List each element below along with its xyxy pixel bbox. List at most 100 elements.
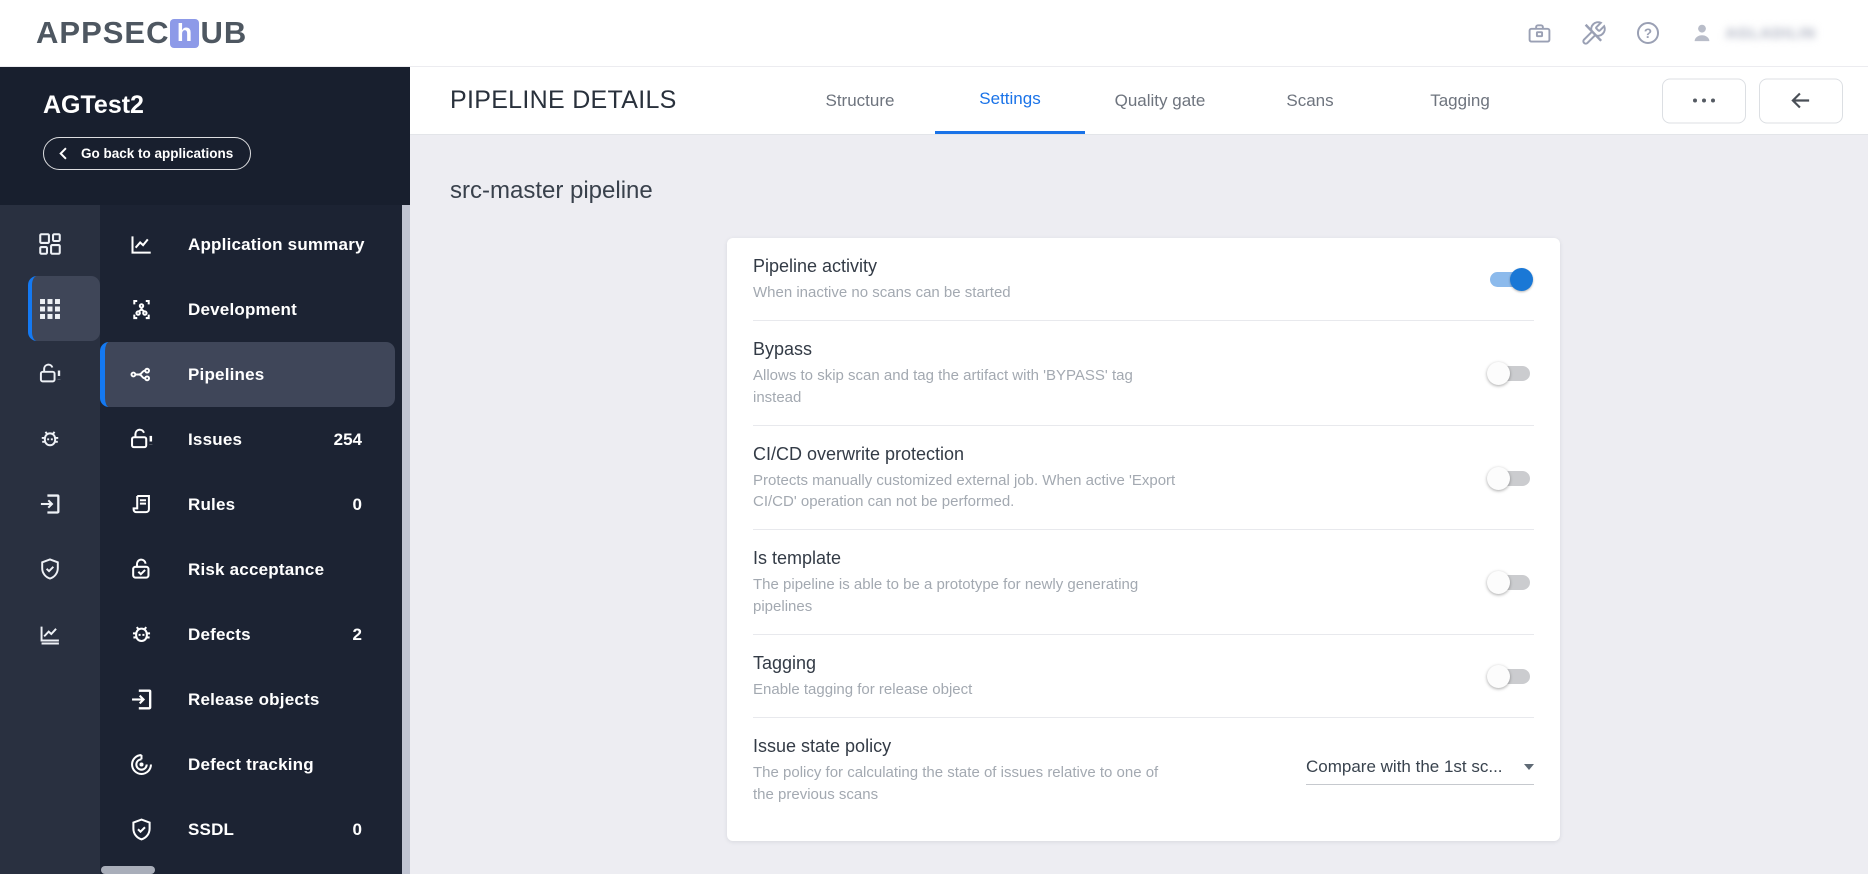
rail-item-statistics[interactable]: [0, 601, 100, 666]
tab-bar: Structure Settings Quality gate Scans Ta…: [785, 67, 1535, 134]
go-back-label: Go back to applications: [81, 146, 234, 161]
rail-item-dashboard[interactable]: [0, 211, 100, 276]
bypass-toggle[interactable]: [1487, 362, 1530, 386]
sidebar-item-application-summary[interactable]: Application summary: [100, 212, 410, 277]
rail-item-defects[interactable]: [0, 406, 100, 471]
exit-icon: [37, 491, 63, 517]
tools-icon[interactable]: [1580, 20, 1607, 47]
sidebar-item-defects[interactable]: Defects 2: [100, 602, 410, 667]
app-window: APPSEC h UB ? AGLADILIN AGTest2 Go back …: [0, 0, 1868, 874]
sidebar-vertical-scrollbar[interactable]: [402, 205, 410, 874]
arrow-left-icon: [1788, 88, 1814, 114]
user-icon: [1689, 20, 1715, 46]
issues-count-badge: 254: [333, 429, 362, 449]
setting-row: Issue state policy The policy for calcul…: [727, 718, 1560, 841]
page-title: PIPELINE DETAILS: [450, 86, 677, 114]
setting-title: Pipeline activity: [753, 256, 878, 276]
setting-row: CI/CD overwrite protection Protects manu…: [727, 426, 1560, 531]
header-actions: [1662, 78, 1843, 123]
more-options-button[interactable]: [1662, 78, 1746, 123]
caret-down-icon: [1524, 763, 1534, 770]
rules-count-badge: 0: [352, 494, 362, 514]
tab-settings[interactable]: Settings: [935, 67, 1085, 134]
logo-h-block: h: [170, 18, 200, 48]
setting-description: Allows to skip scan and tag the artifact…: [753, 367, 1133, 406]
sidebar-item-label: Application summary: [188, 234, 365, 254]
setting-description: Protects manually customized external jo…: [753, 471, 1176, 511]
exit-icon: [128, 686, 155, 713]
rail-item-issues[interactable]: [0, 341, 100, 406]
sidebar-item-ssdl[interactable]: SSDL 0: [100, 797, 410, 862]
chart-icon: [37, 621, 63, 647]
page-header: PIPELINE DETAILS Structure Settings Qual…: [410, 67, 1868, 135]
tagging-toggle[interactable]: [1487, 665, 1530, 689]
setting-title: Is template: [753, 548, 842, 569]
briefcase-icon[interactable]: [1526, 20, 1553, 47]
setting-description: The pipeline is able to be a prototype f…: [753, 576, 1139, 615]
defects-count-badge: 2: [352, 624, 362, 644]
rules-scroll-icon: [128, 491, 155, 518]
dev-branch-icon: [128, 296, 155, 323]
issue-state-policy-select[interactable]: Compare with the 1st sc...: [1306, 757, 1534, 785]
sidebar-item-label: Pipelines: [188, 364, 265, 384]
sidebar-item-defect-tracking[interactable]: Defect tracking: [100, 732, 410, 797]
bug-icon: [128, 621, 155, 648]
rail-item-grid[interactable]: [28, 276, 100, 341]
setting-title: Bypass: [753, 339, 813, 360]
tab-scans[interactable]: Scans: [1235, 67, 1385, 134]
sidebar-item-release-objects[interactable]: Release objects: [100, 667, 410, 732]
shield-check-icon: [37, 556, 63, 582]
app-logo[interactable]: APPSEC h UB: [36, 15, 247, 51]
user-name: AGLADILIN: [1725, 24, 1816, 42]
sidebar-item-label: Issues: [188, 429, 243, 449]
back-button[interactable]: [1759, 78, 1843, 123]
tab-tagging[interactable]: Tagging: [1385, 67, 1535, 134]
user-menu[interactable]: AGLADILIN: [1689, 20, 1816, 46]
setting-title: CI/CD overwrite protection: [753, 443, 965, 464]
setting-title: Issue state policy: [753, 736, 892, 757]
setting-description: The policy for calculating the state of …: [753, 764, 1159, 803]
rail-item-release-objects[interactable]: [0, 471, 100, 536]
tracking-icon: [128, 751, 155, 778]
lock-check-icon: [128, 556, 155, 583]
sidebar-item-label: Defect tracking: [188, 754, 314, 774]
sidebar: AGTest2 Go back to applications Applicat…: [0, 67, 410, 874]
tab-quality-gate[interactable]: Quality gate: [1085, 67, 1235, 134]
is-template-toggle[interactable]: [1487, 571, 1530, 595]
pipeline-activity-toggle[interactable]: [1490, 268, 1533, 292]
topbar-actions: ? AGLADILIN: [1526, 19, 1816, 47]
topbar: APPSEC h UB ? AGLADILIN: [0, 0, 1868, 67]
main-content: PIPELINE DETAILS Structure Settings Qual…: [410, 67, 1868, 874]
sidebar-item-development[interactable]: Development: [100, 277, 410, 342]
rail-item-ssdl[interactable]: [0, 536, 100, 601]
setting-row: Tagging Enable tagging for release objec…: [727, 635, 1560, 719]
chevron-left-icon: [57, 146, 70, 161]
setting-row: Bypass Allows to skip scan and tag the a…: [727, 321, 1560, 426]
icon-rail: [0, 205, 100, 874]
unlock-alert-icon: [128, 426, 155, 453]
sidebar-item-issues[interactable]: Issues 254: [100, 407, 410, 472]
sidebar-item-risk-acceptance[interactable]: Risk acceptance: [100, 537, 410, 602]
ssdl-count-badge: 0: [352, 819, 362, 839]
cicd-overwrite-protection-toggle[interactable]: [1487, 466, 1530, 490]
help-icon[interactable]: ?: [1634, 19, 1662, 47]
line-chart-icon: [128, 231, 155, 258]
sidebar-item-rules[interactable]: Rules 0: [100, 472, 410, 537]
go-back-button[interactable]: Go back to applications: [43, 137, 252, 170]
sidebar-item-pipelines[interactable]: Pipelines: [100, 342, 395, 407]
dashboard-icon: [37, 231, 63, 257]
setting-title: Tagging: [753, 653, 817, 674]
sidebar-item-label: Release objects: [188, 689, 320, 709]
sidebar-item-label: Risk acceptance: [188, 559, 325, 579]
shield-check-icon: [128, 816, 155, 843]
sidebar-item-label: Defects: [188, 624, 251, 644]
sidebar-app-header: AGTest2 Go back to applications: [0, 67, 410, 205]
setting-row: Pipeline activity When inactive no scans…: [727, 238, 1560, 322]
logo-text-prefix: APPSEC: [36, 15, 170, 50]
application-name: AGTest2: [43, 91, 144, 119]
setting-description: When inactive no scans can be started: [753, 284, 1011, 301]
svg-text:?: ?: [1644, 26, 1652, 41]
sidebar-horizontal-scrollbar-thumb[interactable]: [101, 866, 155, 874]
tab-structure[interactable]: Structure: [785, 67, 935, 134]
pipeline-settings-card: Pipeline activity When inactive no scans…: [727, 238, 1560, 841]
